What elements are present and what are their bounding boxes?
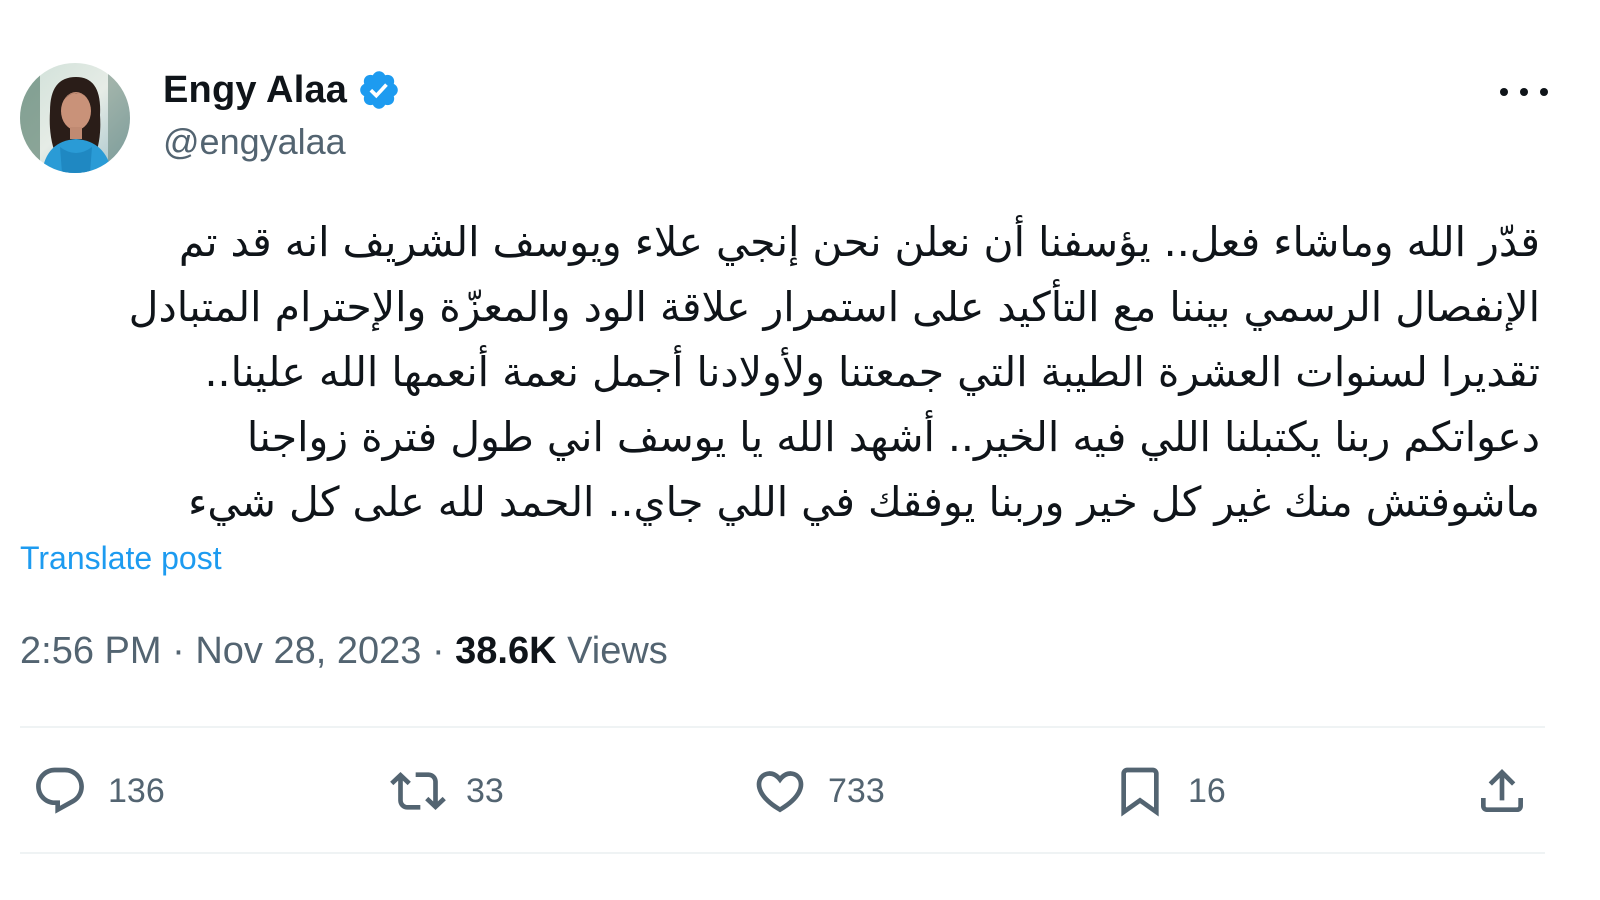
post-text-line: قدّر الله وماشاء فعل.. يؤسفنا أن نعلن نح…	[178, 218, 1540, 266]
more-dot	[1540, 88, 1548, 96]
reply-button[interactable]: 136	[32, 762, 165, 820]
post-text-line: ماشوفتش منك غير كل خير وربنا يوفقك في ال…	[188, 478, 1540, 526]
post-time[interactable]: 2:56 PM	[20, 630, 162, 672]
post-text-line: تقديرا لسنوات العشرة الطيبة التي جمعتنا …	[204, 348, 1540, 396]
post-meta: 2:56 PM · Nov 28, 2023 · 38.6K Views	[20, 630, 668, 673]
post-text-line: دعواتكم ربنا يكتبلنا اللي فيه الخير.. أش…	[246, 413, 1540, 461]
post-date[interactable]: Nov 28, 2023	[195, 630, 421, 672]
views-count: 38.6K	[455, 630, 557, 672]
bookmark-count: 16	[1188, 771, 1226, 810]
repost-count: 33	[466, 771, 504, 810]
like-button[interactable]: 733	[752, 762, 885, 820]
like-count: 733	[828, 771, 885, 810]
more-horizontal-icon[interactable]	[1500, 80, 1548, 104]
divider	[20, 852, 1545, 854]
post-text: قدّر الله وماشاء فعل.. يؤسفنا أن نعلن نح…	[20, 210, 1540, 535]
share-icon	[1481, 769, 1523, 812]
repost-button[interactable]: 33	[390, 762, 504, 820]
bookmark-icon	[1121, 767, 1159, 817]
meta-separator: ·	[431, 630, 456, 672]
bookmark-button[interactable]: 16	[1112, 762, 1226, 820]
reply-count: 136	[108, 771, 165, 810]
post-text-line: الإنفصال الرسمي بيننا مع التأكيد على است…	[128, 283, 1540, 331]
avatar-image	[20, 63, 130, 173]
verified-badge-icon[interactable]	[357, 68, 401, 112]
divider	[20, 726, 1545, 728]
more-dot	[1500, 88, 1508, 96]
avatar[interactable]	[20, 63, 130, 173]
name-row: Engy Alaa	[163, 67, 401, 113]
author-block: Engy Alaa @engyalaa	[163, 67, 401, 163]
handle[interactable]: @engyalaa	[163, 121, 401, 163]
more-dot	[1520, 88, 1528, 96]
translate-post-link[interactable]: Translate post	[20, 540, 222, 577]
views-label: Views	[567, 630, 668, 672]
tweet-card: Engy Alaa @engyalaa قدّر الله وماشاء فعل…	[0, 0, 1600, 900]
meta-separator: ·	[172, 630, 196, 672]
display-name[interactable]: Engy Alaa	[163, 69, 347, 112]
heart-icon	[756, 771, 804, 813]
share-button[interactable]	[1474, 762, 1530, 820]
reply-icon	[36, 767, 84, 814]
repost-icon	[390, 772, 446, 810]
